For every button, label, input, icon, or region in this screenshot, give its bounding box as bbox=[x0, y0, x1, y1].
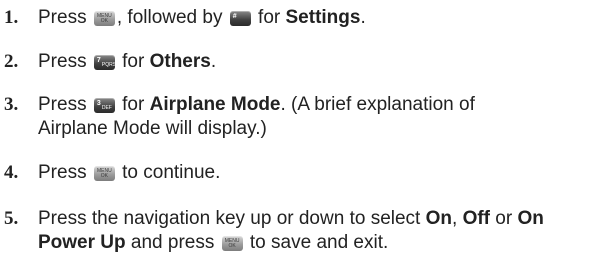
step-number: 2. bbox=[4, 51, 19, 72]
step-number: 3. bbox=[4, 94, 19, 115]
step-number: 5. bbox=[4, 208, 19, 229]
step-text: Press 7 PQRS for Others. bbox=[38, 51, 217, 72]
step-text: Press the navigation key up or down to s… bbox=[38, 208, 544, 253]
step-text: Press 3 DEF for Airplane Mode. (A brief e… bbox=[38, 94, 475, 139]
three-key-icon: 3 DEF bbox=[93, 98, 115, 113]
menu-ok-key-icon: MENU OK bbox=[221, 236, 243, 251]
seven-key-icon: 7 PQRS bbox=[93, 55, 116, 70]
menu-ok-key-icon: MENU OK bbox=[93, 166, 115, 181]
step-number: 1. bbox=[4, 7, 19, 28]
step-text: Press MENU OK to continue. bbox=[38, 162, 221, 183]
step-number: 4. bbox=[4, 162, 19, 183]
pound-key-icon: # bbox=[229, 11, 251, 26]
step-text: Press MENU OK, followed by # for Settings… bbox=[38, 7, 366, 28]
menu-ok-key-icon: MENU OK bbox=[93, 11, 115, 26]
